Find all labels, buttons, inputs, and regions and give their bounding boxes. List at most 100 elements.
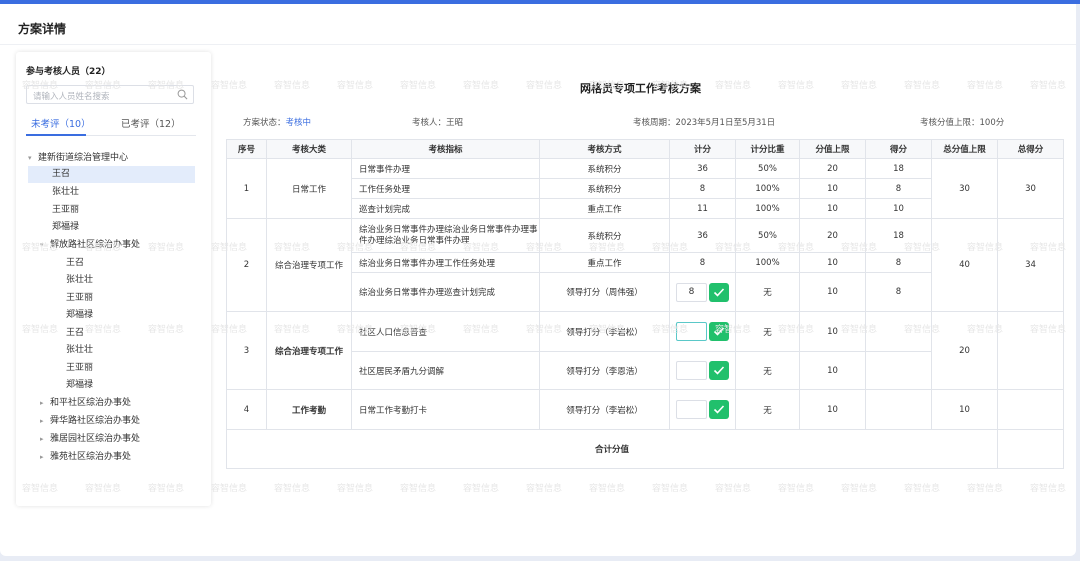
col-header: 计分比重 bbox=[735, 139, 800, 159]
score-cap: 考核分值上限：100分 bbox=[920, 118, 1005, 128]
tree-person[interactable]: 郑福禄 bbox=[66, 377, 93, 394]
search-placeholder: 请输入人员姓名搜索 bbox=[33, 92, 110, 102]
confirm-button[interactable] bbox=[709, 282, 729, 302]
score-cell bbox=[865, 351, 932, 390]
total-cell bbox=[997, 389, 1064, 430]
status-value: 考核中 bbox=[285, 118, 312, 128]
page-title: 方案详情 bbox=[18, 22, 67, 36]
score-cell: 8 bbox=[865, 272, 932, 312]
tab-evaluated[interactable]: 已考评（12） bbox=[121, 116, 181, 130]
total-cell: 34 bbox=[997, 218, 1064, 312]
points-cell: 8 bbox=[669, 178, 736, 199]
indicator-cell: 日常工作考勤打卡 bbox=[351, 389, 540, 430]
tree-person[interactable]: 郑福禄 bbox=[52, 219, 79, 236]
search-icon[interactable] bbox=[177, 89, 188, 100]
row-number: 4 bbox=[226, 389, 267, 430]
tree-person[interactable]: 王召 bbox=[66, 255, 84, 272]
total-cell: 30 bbox=[997, 158, 1064, 219]
category-cell: 综合治理专项工作 bbox=[266, 311, 352, 390]
sheet-title: 网格员专项工作考核方案 bbox=[580, 82, 701, 95]
confirm-button[interactable] bbox=[709, 400, 729, 419]
table-row: 2 综合治理专项工作 综治业务日常事件办理综治业务日常事件办理事件办理综治业务日… bbox=[226, 218, 1064, 312]
plan-status: 方案状态：考核中 bbox=[243, 118, 312, 128]
assessment-table: 序号 考核大类 考核指标 考核方式 计分 计分比重 分值上限 得分 总分值上限 … bbox=[226, 139, 1064, 469]
sum-value bbox=[997, 429, 1064, 469]
tree-person[interactable]: 郑福禄 bbox=[66, 307, 93, 324]
tree-group[interactable]: ▸ 舜华路社区综治办事处 bbox=[40, 413, 140, 430]
method-cell: 系统积分 bbox=[539, 218, 670, 253]
score-cell: 18 bbox=[865, 218, 932, 253]
indicator-cell: 社区居民矛盾九分调解 bbox=[351, 351, 540, 390]
caret-down-icon: ▾ bbox=[40, 241, 44, 249]
limit-cell: 10 bbox=[799, 178, 866, 199]
table-row: 1 日常工作 日常事件办理 系统积分 36 50% 20 18 30 30 bbox=[226, 158, 1064, 219]
indicator-cell: 日常事件办理 bbox=[351, 158, 540, 179]
weight-cell: 无 bbox=[735, 389, 800, 430]
method-cell: 重点工作 bbox=[539, 252, 670, 273]
tree-person[interactable]: 张壮壮 bbox=[66, 342, 93, 359]
confirm-button[interactable] bbox=[709, 322, 729, 341]
participants-title: 参与考核人员（22） bbox=[26, 67, 111, 77]
col-header: 考核指标 bbox=[351, 139, 540, 159]
active-tab-indicator bbox=[26, 134, 86, 136]
col-header: 序号 bbox=[226, 139, 267, 159]
check-icon bbox=[713, 327, 725, 336]
category-cell: 综合治理专项工作 bbox=[266, 218, 352, 312]
tree-person[interactable]: 王召 bbox=[28, 166, 195, 183]
check-icon bbox=[713, 287, 725, 297]
weight-cell: 无 bbox=[735, 311, 800, 352]
indicator-cell: 巡查计划完成 bbox=[351, 198, 540, 219]
row-number: 1 bbox=[226, 158, 267, 219]
tree-person[interactable]: 王亚丽 bbox=[66, 290, 93, 307]
score-cell bbox=[865, 389, 932, 430]
score-input[interactable] bbox=[676, 361, 707, 380]
table-row: 3 综合治理专项工作 社区人口信息普查 领导打分（李岩松） 无 10 20 bbox=[226, 311, 1064, 390]
cap-cell: 10 bbox=[931, 389, 998, 430]
indicator-cell: 综治业务日常事件办理巡查计划完成 bbox=[351, 272, 540, 312]
score-cell: 8 bbox=[865, 252, 932, 273]
row-number: 3 bbox=[226, 311, 267, 390]
limit-cell: 10 bbox=[799, 198, 866, 219]
indicator-cell: 社区人口信息普查 bbox=[351, 311, 540, 352]
limit-cell: 10 bbox=[799, 311, 866, 352]
limit-cell: 10 bbox=[799, 389, 866, 430]
tree-person[interactable]: 王亚丽 bbox=[52, 202, 79, 219]
points-cell: 36 bbox=[669, 218, 736, 253]
weight-cell: 50% bbox=[735, 218, 800, 253]
indicator-cell: 工作任务处理 bbox=[351, 178, 540, 199]
tab-not-evaluated[interactable]: 未考评（10） bbox=[31, 116, 91, 130]
divider bbox=[0, 44, 1076, 45]
caret-down-icon: ▾ bbox=[28, 154, 32, 162]
method-cell: 重点工作 bbox=[539, 198, 670, 219]
caret-right-icon: ▸ bbox=[40, 435, 44, 443]
col-header: 分值上限 bbox=[799, 139, 866, 159]
caret-right-icon: ▸ bbox=[40, 417, 44, 425]
score-input[interactable] bbox=[676, 322, 707, 341]
score-input[interactable]: 8 bbox=[676, 282, 707, 302]
col-header: 考核方式 bbox=[539, 139, 670, 159]
tree-group[interactable]: ▾ 建新街道综治管理中心 bbox=[28, 150, 128, 167]
col-header: 计分 bbox=[669, 139, 736, 159]
tree-person[interactable]: 王亚丽 bbox=[66, 360, 93, 377]
caret-right-icon: ▸ bbox=[40, 399, 44, 407]
weight-cell: 100% bbox=[735, 198, 800, 219]
tree-person[interactable]: 张壮壮 bbox=[52, 184, 79, 201]
tree-person[interactable]: 张壮壮 bbox=[66, 272, 93, 289]
category-cell: 工作考勤 bbox=[266, 389, 352, 430]
confirm-button[interactable] bbox=[709, 361, 729, 380]
col-header: 考核大类 bbox=[266, 139, 352, 159]
cap-cell: 30 bbox=[931, 158, 998, 219]
tree-group[interactable]: ▾ 解放路社区综治办事处 bbox=[40, 237, 140, 254]
score-input[interactable] bbox=[676, 400, 707, 419]
tree-group[interactable]: ▸ 和平社区综治办事处 bbox=[40, 395, 131, 412]
tree-person[interactable]: 王召 bbox=[66, 325, 84, 342]
method-cell: 领导打分（李岩松） bbox=[539, 311, 670, 352]
participants-panel: 参与考核人员（22） 请输入人员姓名搜索 未考评（10） 已考评（12） ▾ 建新… bbox=[16, 52, 211, 506]
row-number: 2 bbox=[226, 218, 267, 312]
search-input[interactable]: 请输入人员姓名搜索 bbox=[26, 85, 194, 104]
limit-cell: 20 bbox=[799, 218, 866, 253]
category-cell: 日常工作 bbox=[266, 158, 352, 219]
weight-cell: 100% bbox=[735, 252, 800, 273]
tree-group[interactable]: ▸ 雅居园社区综治办事处 bbox=[40, 431, 140, 448]
tree-group[interactable]: ▸ 雅苑社区综治办事处 bbox=[40, 449, 131, 466]
